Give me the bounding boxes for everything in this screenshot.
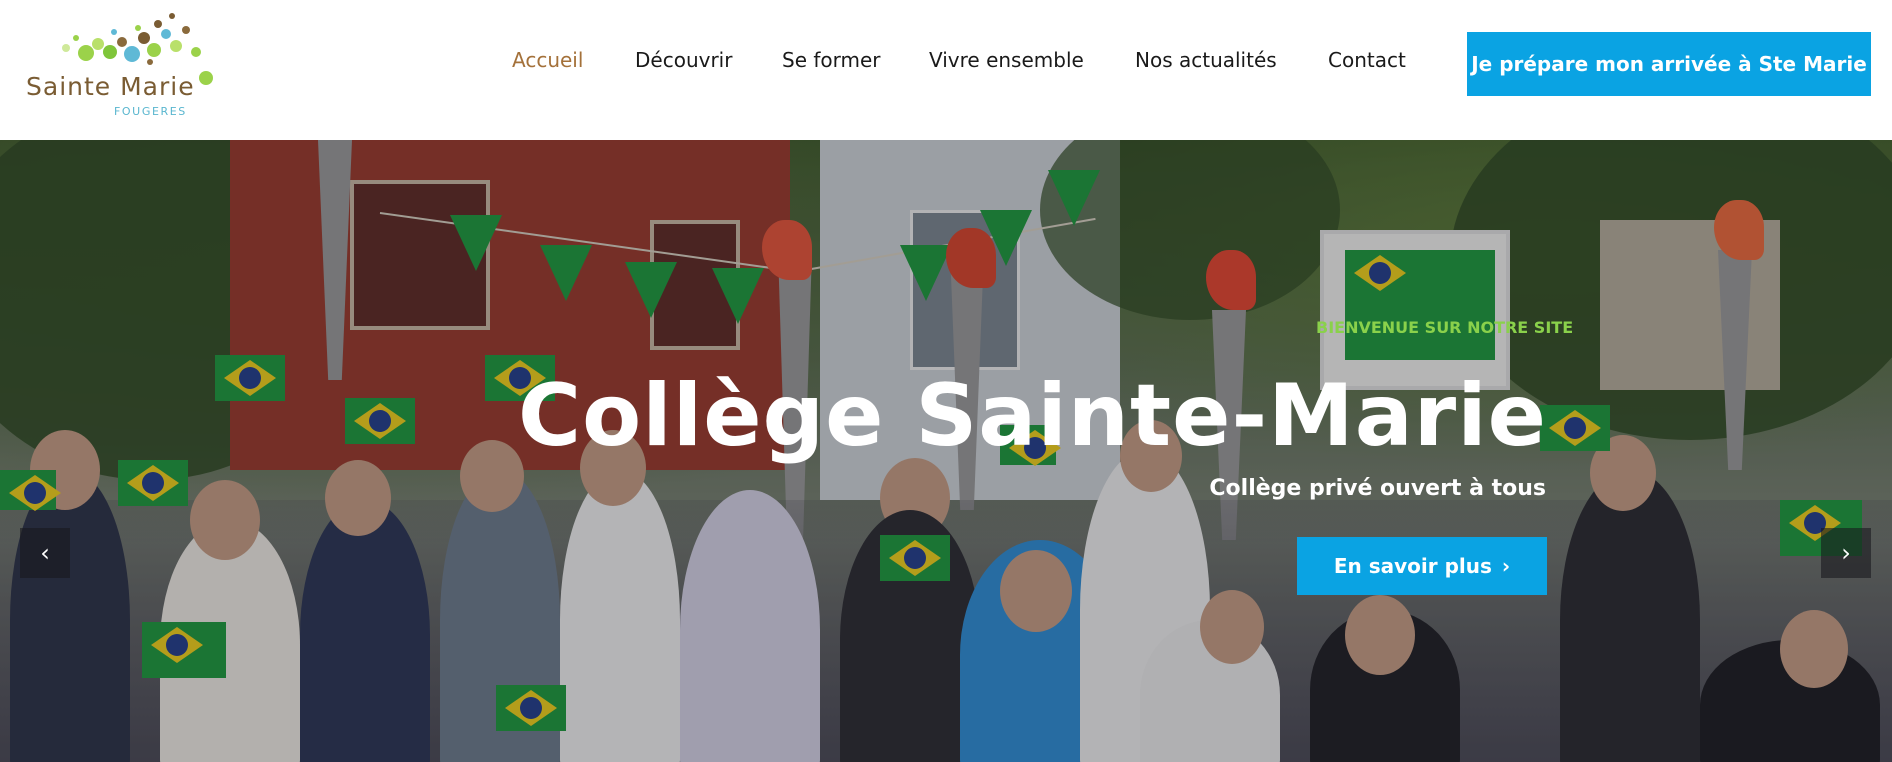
hero-subtitle: Collège privé ouvert à tous bbox=[1209, 476, 1546, 501]
prepare-arrival-button[interactable]: Je prépare mon arrivée à Ste Marie bbox=[1467, 32, 1871, 96]
learn-more-button[interactable]: En savoir plus › bbox=[1297, 537, 1547, 595]
learn-more-label: En savoir plus bbox=[1333, 554, 1492, 578]
nav-item-contact[interactable]: Contact bbox=[1328, 48, 1406, 72]
chevron-left-icon: ‹ bbox=[40, 539, 50, 567]
chevron-right-icon: › bbox=[1841, 539, 1851, 567]
hero-title: Collège Sainte-Marie bbox=[518, 366, 1547, 466]
nav-item-vivre-ensemble[interactable]: Vivre ensemble bbox=[929, 48, 1084, 72]
logo-subtitle: FOUGERES bbox=[114, 105, 187, 118]
site-logo[interactable]: Sainte Marie FOUGERES bbox=[26, 8, 216, 123]
nav-item-decouvrir[interactable]: Découvrir bbox=[635, 48, 732, 72]
site-header: Sainte Marie FOUGERES Accueil Découvrir … bbox=[0, 0, 1892, 140]
nav-item-nos-actualites[interactable]: Nos actualités bbox=[1135, 48, 1277, 72]
logo-name: Sainte Marie bbox=[26, 72, 195, 101]
slider-next-button[interactable]: › bbox=[1821, 528, 1871, 578]
nav-item-se-former[interactable]: Se former bbox=[782, 48, 881, 72]
slider-prev-button[interactable]: ‹ bbox=[20, 528, 70, 578]
chevron-right-icon: › bbox=[1501, 554, 1511, 578]
nav-item-accueil[interactable]: Accueil bbox=[512, 48, 583, 72]
hero-eyebrow: BIENVENUE SUR NOTRE SITE bbox=[1316, 318, 1574, 337]
